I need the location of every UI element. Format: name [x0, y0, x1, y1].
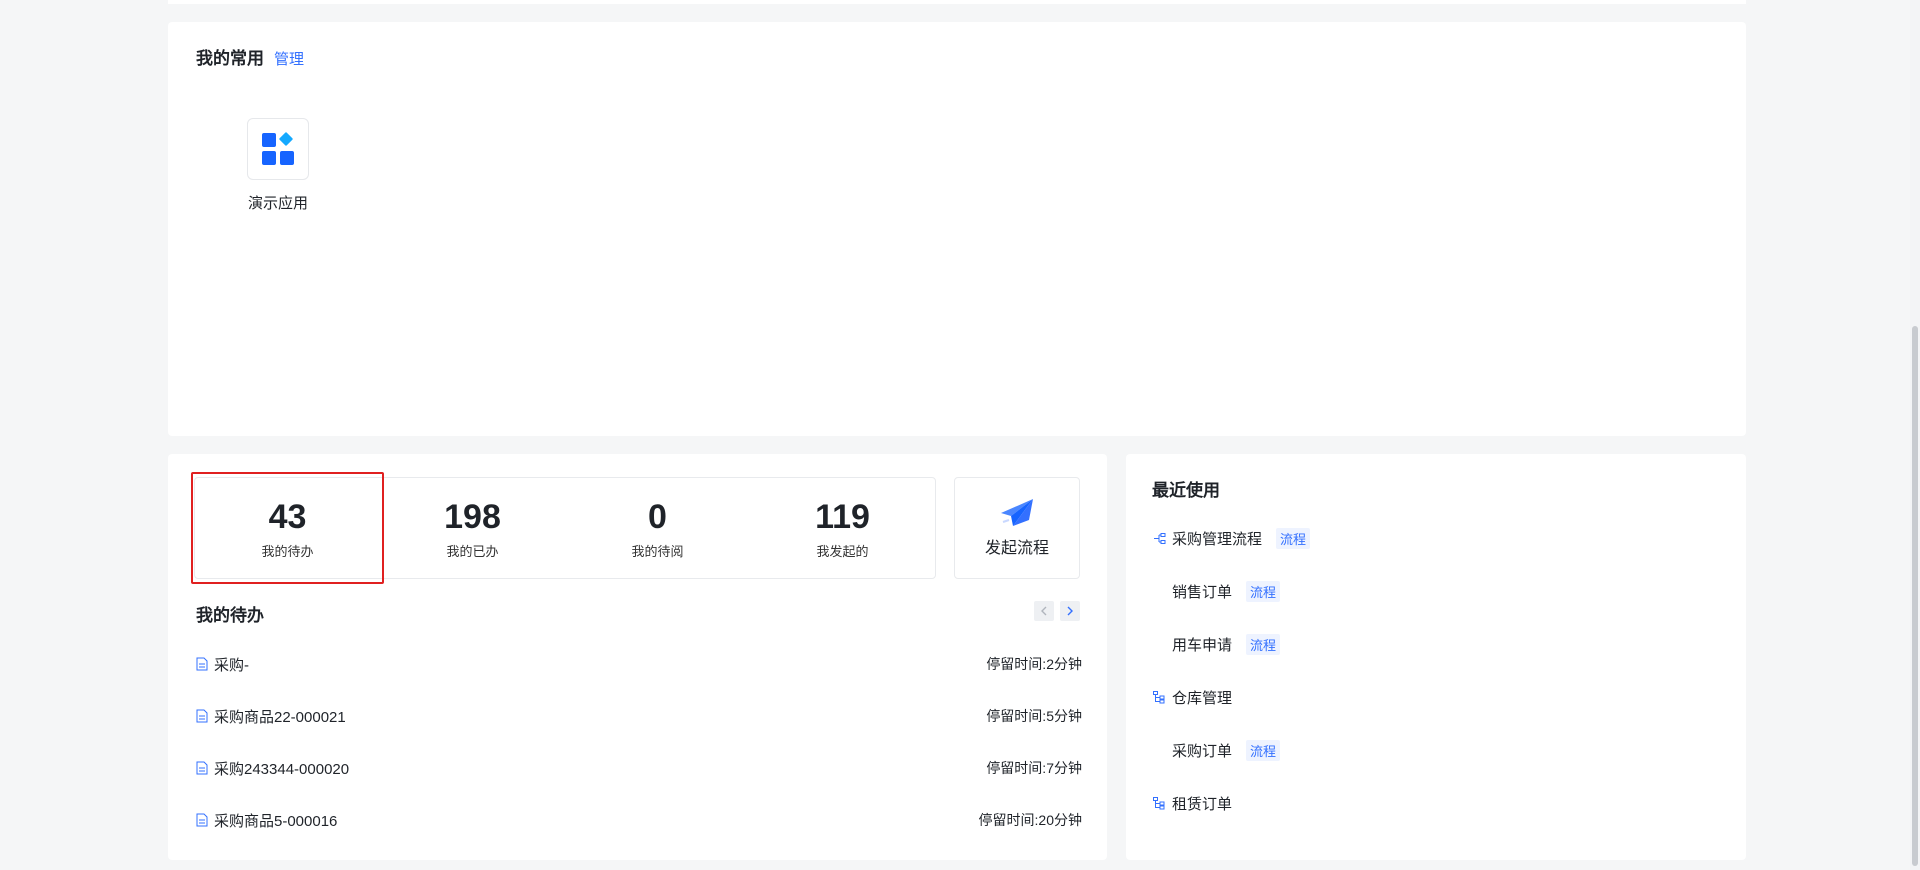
launch-process-button[interactable]: 发起流程	[954, 477, 1080, 579]
stat-my-to-read[interactable]: 0 我的待阅	[565, 478, 750, 578]
manage-link[interactable]: 管理	[274, 48, 304, 69]
app-grid-icon	[247, 118, 309, 180]
page-scrollbar[interactable]	[1910, 0, 1920, 870]
todo-time-prefix: 停留时间:	[986, 656, 1047, 672]
blank-icon	[1152, 585, 1166, 599]
todo-time-value: 7分钟	[1046, 760, 1082, 776]
chevron-right-icon	[1067, 606, 1073, 616]
document-icon	[196, 813, 208, 827]
recent-item[interactable]: 采购订单 流程	[1152, 724, 1712, 777]
recent-list: 采购管理流程 流程 销售订单 流程 用车申请 流程 仓库管理 采购订单 流程 租…	[1152, 512, 1712, 830]
recent-item-name: 销售订单	[1172, 584, 1233, 601]
stat-value: 119	[815, 497, 870, 536]
todo-time-value: 20分钟	[1038, 812, 1082, 828]
chevron-left-icon	[1041, 606, 1047, 616]
recent-section-title: 最近使用	[1152, 481, 1220, 500]
recent-item[interactable]: 采购管理流程 流程	[1152, 512, 1712, 565]
todo-item-main: 采购商品22-000021	[196, 706, 346, 727]
recent-item-tag: 流程	[1246, 740, 1281, 761]
todo-item-time: 停留时间:5分钟	[986, 706, 1082, 726]
next-page-button[interactable]	[1060, 601, 1080, 621]
stats-bar: 43 我的待办 198 我的已办 0 我的待阅 119 我发起的	[191, 472, 936, 584]
recent-item-name: 用车申请	[1172, 637, 1233, 654]
todo-item-time: 停留时间:7分钟	[986, 758, 1082, 778]
todo-time-prefix: 停留时间:	[986, 760, 1047, 776]
stat-value: 198	[444, 497, 501, 536]
frequent-apps-header: 我的常用 管理	[196, 44, 304, 69]
todo-item[interactable]: 采购- 停留时间:2分钟	[196, 638, 1082, 690]
recent-item-name: 仓库管理	[1172, 690, 1233, 707]
recent-item-name: 采购管理流程	[1172, 531, 1263, 548]
page: 我的常用 管理 演示应用 43 我的待办 198 我的已办 0 我的待阅 119…	[0, 0, 1920, 870]
todo-time-value: 5分钟	[1046, 708, 1082, 724]
stat-my-todo[interactable]: 43 我的待办	[191, 472, 384, 584]
app-tile-demo[interactable]: 演示应用	[240, 118, 316, 213]
todo-item-main: 采购-	[196, 654, 249, 675]
todo-item-name: 采购商品22-000021	[214, 708, 346, 726]
document-icon	[196, 761, 208, 775]
recent-item[interactable]: 租赁订单	[1152, 777, 1712, 830]
top-card-edge	[168, 0, 1746, 4]
paper-plane-icon	[1001, 499, 1033, 526]
recent-item-tag: 流程	[1276, 528, 1311, 549]
frequent-apps-title: 我的常用	[196, 49, 264, 68]
todo-item[interactable]: 采购商品5-000016 停留时间:20分钟	[196, 794, 1082, 846]
tree-icon	[1152, 691, 1166, 705]
todo-item-main: 采购商品5-000016	[196, 810, 337, 831]
todo-item-name: 采购-	[214, 656, 249, 674]
todo-card: 43 我的待办 198 我的已办 0 我的待阅 119 我发起的 发起流程 我的…	[168, 454, 1107, 860]
recent-item[interactable]: 仓库管理	[1152, 671, 1712, 724]
flow-icon	[1152, 532, 1166, 546]
blank-icon	[1152, 744, 1166, 758]
todo-time-prefix: 停留时间:	[978, 812, 1039, 828]
tree-icon	[1152, 797, 1166, 811]
recent-item[interactable]: 销售订单 流程	[1152, 565, 1712, 618]
recent-item-name: 采购订单	[1172, 743, 1233, 760]
document-icon	[196, 657, 208, 671]
blank-icon	[1152, 638, 1166, 652]
todo-item-name: 采购243344-000020	[214, 760, 350, 778]
stat-label: 我的待办	[261, 543, 314, 559]
todo-item-time: 停留时间:20分钟	[979, 810, 1082, 830]
recent-item-tag: 流程	[1246, 634, 1281, 655]
stat-my-done[interactable]: 198 我的已办	[380, 478, 565, 578]
stat-label: 我发起的	[816, 543, 869, 559]
stat-label: 我的待阅	[631, 543, 684, 559]
frequent-apps-card: 我的常用 管理 演示应用	[168, 22, 1746, 436]
todo-time-value: 2分钟	[1046, 656, 1082, 672]
todo-item[interactable]: 采购商品22-000021 停留时间:5分钟	[196, 690, 1082, 742]
todo-pager	[1034, 601, 1080, 621]
prev-page-button[interactable]	[1034, 601, 1054, 621]
launch-process-label: 发起流程	[984, 540, 1049, 557]
recent-card: 最近使用 采购管理流程 流程 销售订单 流程 用车申请 流程 仓库管理 采购订单…	[1126, 454, 1746, 860]
recent-item-tag: 流程	[1246, 581, 1281, 602]
todo-item-main: 采购243344-000020	[196, 758, 349, 779]
stat-my-initiated[interactable]: 119 我发起的	[750, 478, 935, 578]
todo-item-time: 停留时间:2分钟	[986, 654, 1082, 674]
app-tile-label: 演示应用	[247, 195, 308, 212]
todo-section-title: 我的待办	[196, 606, 264, 625]
stat-value: 0	[648, 497, 667, 536]
todo-list: 采购- 停留时间:2分钟 采购商品22-000021 停留时间:5分钟 采购24…	[196, 638, 1082, 846]
recent-item[interactable]: 用车申请 流程	[1152, 618, 1712, 671]
stat-label: 我的已办	[446, 543, 499, 559]
scrollbar-thumb[interactable]	[1912, 326, 1918, 866]
todo-item[interactable]: 采购243344-000020 停留时间:7分钟	[196, 742, 1082, 794]
todo-item-name: 采购商品5-000016	[214, 812, 338, 830]
document-icon	[196, 709, 208, 723]
recent-item-name: 租赁订单	[1172, 796, 1233, 813]
todo-time-prefix: 停留时间:	[986, 708, 1047, 724]
stat-value: 43	[268, 497, 307, 536]
